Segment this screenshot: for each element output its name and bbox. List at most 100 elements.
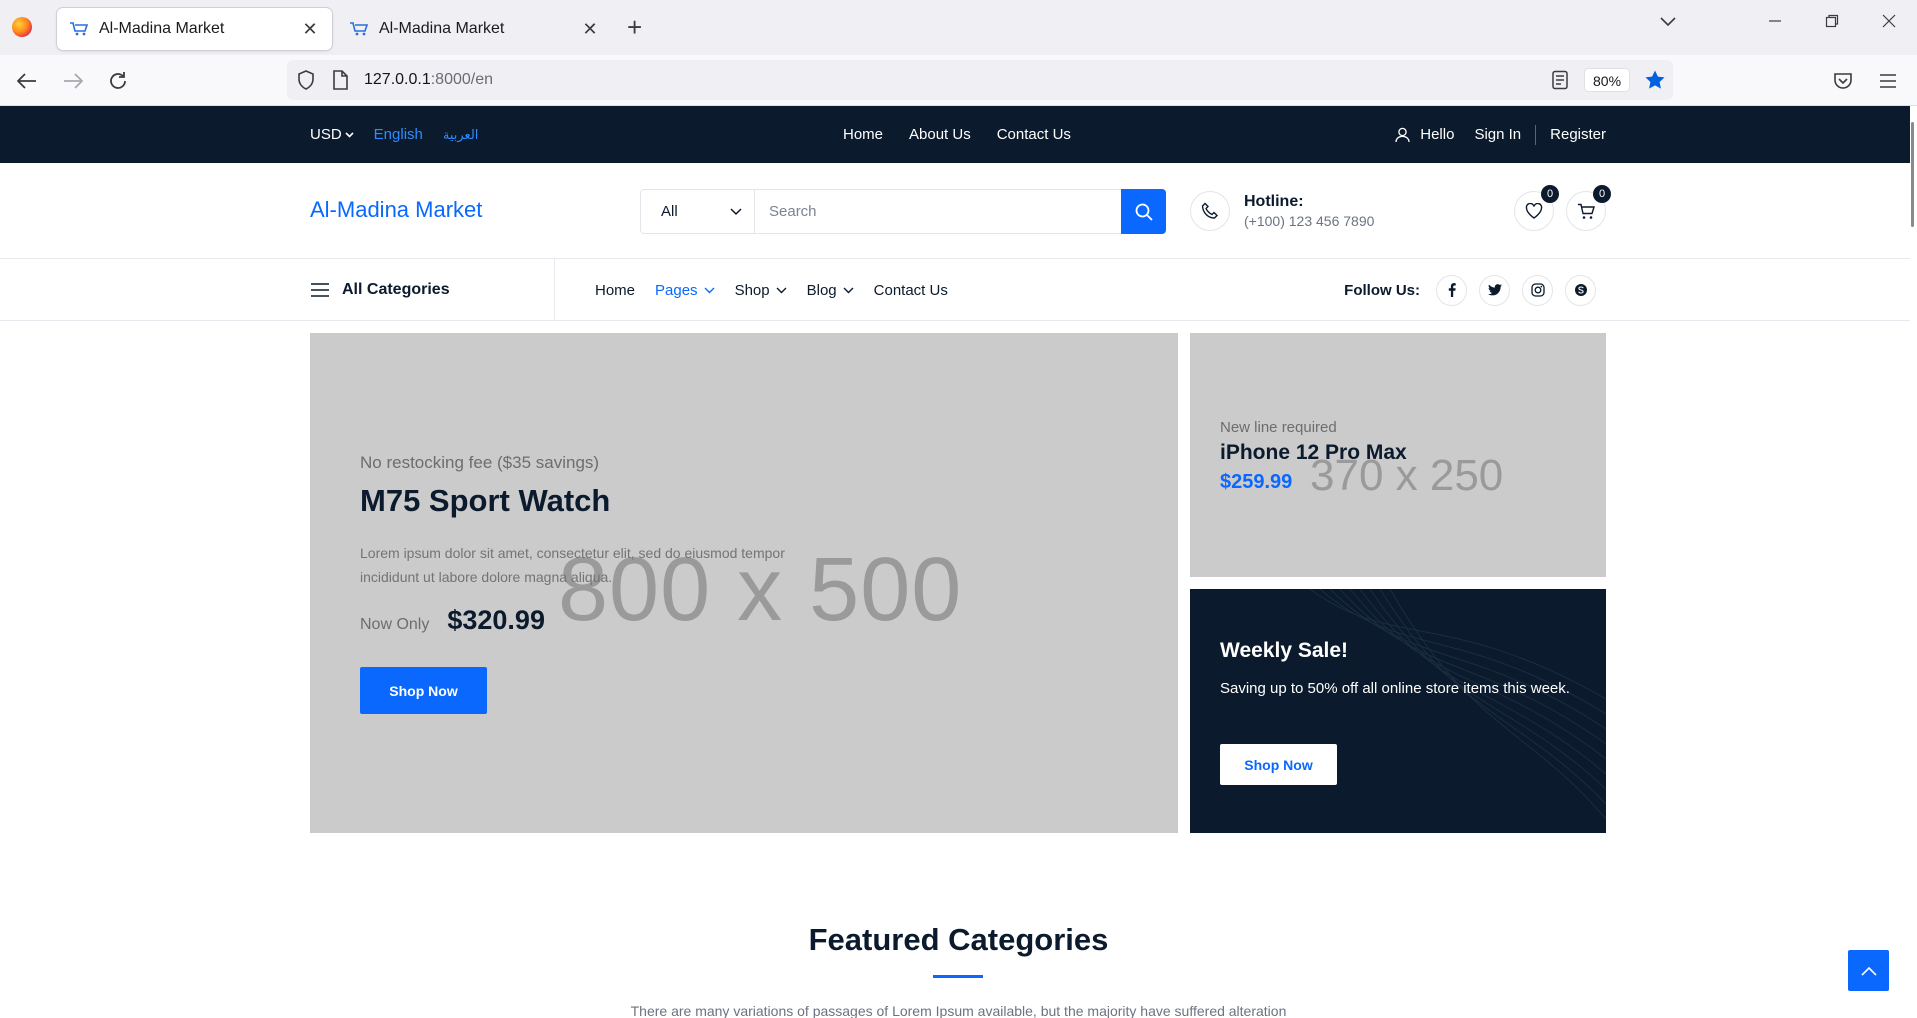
hero-title: M75 Sport Watch (360, 483, 611, 518)
reader-view-icon[interactable] (1551, 70, 1569, 95)
search-category-value: All (661, 203, 678, 220)
menu-home[interactable]: Home (595, 282, 635, 299)
wishlist-count-badge: 0 (1541, 185, 1559, 203)
close-tab-icon[interactable]: ✕ (580, 19, 600, 40)
chevron-down-icon (704, 287, 715, 293)
account-links: Hello Sign In Register (1395, 124, 1606, 145)
address-bar[interactable]: 127.0.0.1:8000/en 80% (287, 60, 1673, 100)
weekly-sale-shop-now-button[interactable]: Shop Now (1220, 744, 1337, 785)
follow-us-label: Follow Us: (1344, 281, 1420, 299)
search-category-select[interactable]: All (641, 190, 755, 233)
hero-description: Lorem ipsum dolor sit amet, consectetur … (360, 545, 785, 585)
app-menu-icon[interactable] (1875, 68, 1901, 94)
main-navigation: All Categories Home Pages Shop Blog Cont… (0, 259, 1910, 321)
side-banner-subtitle: New line required (1220, 419, 1337, 436)
back-to-top-button[interactable] (1848, 950, 1889, 991)
back-arrow-icon[interactable] (14, 68, 40, 94)
featured-categories-title: Featured Categories (808, 922, 1109, 957)
hero-shop-now-button[interactable]: Shop Now (360, 667, 487, 714)
hello-text: Hello (1420, 126, 1455, 143)
search-bar: All (640, 189, 1166, 234)
menu-label: Blog (806, 281, 837, 299)
facebook-icon[interactable] (1436, 274, 1467, 306)
phone-icon (1190, 191, 1230, 231)
new-tab-icon[interactable]: + (627, 12, 642, 43)
instagram-icon[interactable] (1522, 274, 1553, 306)
url-host: 127.0.0.1 (364, 71, 431, 88)
search-icon (1135, 203, 1153, 221)
menu-blog[interactable]: Blog (807, 282, 854, 299)
hamburger-menu-icon (311, 283, 329, 297)
zoom-level[interactable]: 80% (1584, 68, 1631, 92)
cart-icon (1578, 203, 1595, 219)
hotline-number: (+100) 123 456 7890 (1244, 213, 1375, 229)
user-icon (1395, 127, 1410, 142)
url-path: :8000/en (430, 71, 494, 88)
site-header: Al-Madina Market All Hotline: (+100) 123… (0, 163, 1910, 259)
browser-tab-bar: Al-Madina Market ✕ Al-Madina Market ✕ + (0, 0, 1917, 55)
menu-label: Pages (655, 281, 698, 299)
hotline: Hotline: (+100) 123 456 7890 (1190, 191, 1374, 231)
twitter-icon[interactable] (1479, 274, 1510, 306)
top-bar: USD English العربية Home About Us Contac… (0, 106, 1910, 163)
shield-icon[interactable] (297, 70, 315, 95)
chevron-down-icon (730, 207, 742, 215)
list-all-tabs-icon[interactable] (1660, 14, 1676, 32)
side-banner-iphone[interactable]: 370 x 250 New line required iPhone 12 Pr… (1190, 333, 1606, 577)
all-categories-button[interactable]: All Categories (310, 259, 555, 321)
hero-price: $320.99 (447, 605, 545, 635)
browser-tab-1[interactable]: Al-Madina Market ✕ (57, 8, 332, 50)
currency-label: USD (310, 126, 342, 143)
weekly-sale-description: Saving up to 50% off all online store it… (1220, 680, 1570, 697)
page-icon[interactable] (332, 70, 348, 95)
menu-pages[interactable]: Pages (655, 282, 715, 299)
menu-label: Shop (734, 281, 770, 299)
wishlist-button[interactable]: 0 (1514, 185, 1559, 231)
close-tab-icon[interactable]: ✕ (300, 19, 320, 40)
divider (1535, 124, 1537, 145)
side-banner-weekly-sale: Weekly Sale! Saving up to 50% off all on… (1190, 589, 1606, 833)
top-link-home[interactable]: Home (843, 126, 883, 143)
chevron-down-icon (776, 287, 787, 293)
featured-categories-description: There are many variations of passages of… (630, 1003, 1287, 1018)
menu-shop[interactable]: Shop (735, 282, 787, 299)
currency-selector[interactable]: USD (310, 126, 354, 143)
menu-contact[interactable]: Contact Us (874, 282, 948, 299)
minimize-icon[interactable] (1768, 14, 1782, 33)
sign-in-link[interactable]: Sign In (1474, 126, 1521, 143)
top-link-contact[interactable]: Contact Us (997, 126, 1071, 143)
scrollbar-thumb[interactable] (1911, 122, 1914, 227)
close-window-icon[interactable] (1882, 14, 1896, 33)
top-link-about[interactable]: About Us (909, 126, 971, 143)
skype-icon[interactable] (1565, 274, 1596, 306)
menu-label: Home (595, 281, 636, 299)
pocket-icon[interactable] (1830, 68, 1856, 94)
all-categories-label: All Categories (342, 281, 450, 298)
chevron-down-icon (843, 287, 854, 293)
chevron-up-icon (1860, 966, 1877, 976)
primary-menu: Home Pages Shop Blog Contact Us (595, 259, 948, 321)
bookmark-star-icon[interactable] (1644, 69, 1666, 96)
shop-favicon-icon (349, 21, 369, 37)
language-english-link[interactable]: English (374, 126, 423, 143)
top-links: Home About Us Contact Us (843, 126, 1071, 143)
search-input[interactable] (755, 190, 1121, 233)
browser-tab-2[interactable]: Al-Madina Market ✕ (337, 8, 612, 50)
side-banner-price: $259.99 (1220, 471, 1293, 493)
hero-price-row: Now Only $320.99 (360, 605, 545, 636)
cart-button[interactable]: 0 (1566, 185, 1611, 231)
now-only-label: Now Only (360, 616, 430, 633)
tab-title: Al-Madina Market (99, 20, 225, 37)
restore-icon[interactable] (1825, 14, 1839, 33)
url-text[interactable]: 127.0.0.1:8000/en (364, 71, 493, 89)
firefox-logo-icon (12, 17, 32, 37)
language-arabic-link[interactable]: العربية (443, 127, 479, 143)
heart-icon (1525, 203, 1543, 219)
cart-count-badge: 0 (1593, 185, 1611, 203)
forward-arrow-icon[interactable] (60, 68, 86, 94)
hero-banner: 800 x 500 No restocking fee ($35 savings… (310, 333, 1178, 833)
register-link[interactable]: Register (1550, 126, 1606, 143)
site-logo[interactable]: Al-Madina Market (310, 197, 482, 223)
reload-icon[interactable] (105, 68, 131, 94)
search-button[interactable] (1121, 189, 1166, 234)
